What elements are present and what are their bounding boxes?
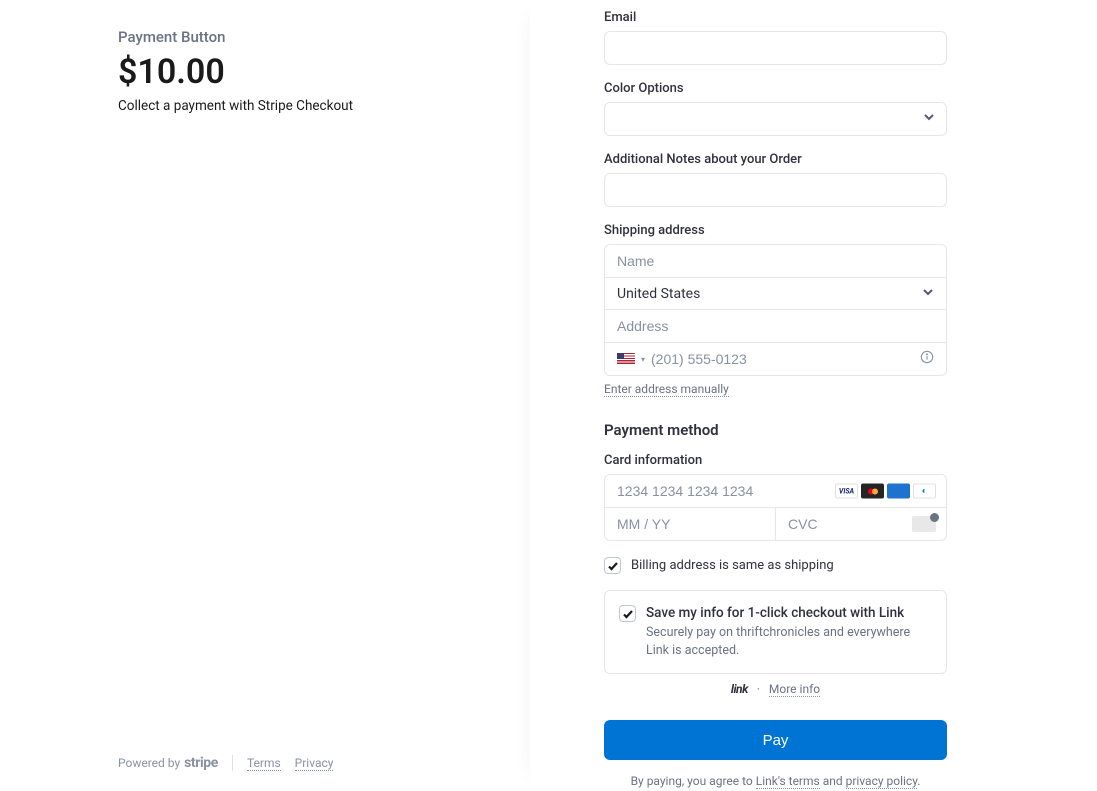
- color-select[interactable]: [604, 102, 947, 136]
- shipping-stack: United States ▾: [604, 244, 947, 376]
- link-save-desc: Securely pay on thriftchronicles and eve…: [646, 624, 932, 659]
- color-label: Color Options: [604, 81, 947, 96]
- privacy-link[interactable]: Privacy: [295, 756, 334, 771]
- billing-same-row: Billing address is same as shipping: [604, 557, 947, 574]
- summary-panel: Payment Button $10.00 Collect a payment …: [0, 0, 530, 791]
- terms-pre: By paying, you agree to: [631, 774, 756, 788]
- terms-link[interactable]: Terms: [247, 756, 281, 771]
- link-footer: link · More info: [604, 682, 947, 696]
- shipping-country-value: United States: [617, 286, 700, 302]
- product-price: $10.00: [118, 52, 470, 92]
- notes-input[interactable]: [604, 173, 947, 207]
- stripe-logo: stripe: [184, 755, 218, 771]
- footer: Powered by stripe Terms Privacy: [118, 755, 470, 771]
- cvc-icon: [912, 516, 936, 532]
- shipping-group: Shipping address United States ▾: [604, 223, 947, 397]
- flag-icon[interactable]: [617, 353, 635, 365]
- product-tagline: Collect a payment with Stripe Checkout: [118, 98, 470, 114]
- chevron-down-icon[interactable]: ▾: [641, 355, 645, 364]
- email-label: Email: [604, 10, 947, 25]
- link-logo: link: [731, 682, 748, 696]
- mastercard-icon: [861, 484, 884, 499]
- shipping-address-input[interactable]: [605, 310, 946, 342]
- visa-icon: VISA: [835, 484, 858, 499]
- billing-same-checkbox[interactable]: [604, 557, 621, 574]
- terms-mid: and: [820, 774, 846, 788]
- link-save-title: Save my info for 1-click checkout with L…: [646, 605, 932, 621]
- card-brand-icons: VISA ◐: [835, 484, 936, 499]
- terms-end: .: [917, 774, 920, 788]
- email-group: Email: [604, 10, 947, 65]
- link-save-box: Save my info for 1-click checkout with L…: [604, 590, 947, 674]
- info-icon[interactable]: [920, 350, 934, 368]
- terms-text: By paying, you agree to Link's terms and…: [604, 774, 947, 788]
- shipping-name-input[interactable]: [605, 245, 946, 277]
- email-input[interactable]: [604, 31, 947, 65]
- link-privacy-link[interactable]: privacy policy: [846, 774, 918, 789]
- checkout-form: Email Color Options Additional Notes abo…: [530, 0, 1097, 791]
- link-save-checkbox[interactable]: [619, 605, 636, 622]
- dot-separator: ·: [757, 682, 760, 696]
- billing-same-label: Billing address is same as shipping: [631, 558, 834, 573]
- divider: [232, 755, 233, 771]
- link-terms-link[interactable]: Link's terms: [756, 774, 820, 789]
- payment-method-heading: Payment method: [604, 421, 947, 439]
- card-group: Card information VISA ◐: [604, 453, 947, 541]
- link-more-info[interactable]: More info: [769, 682, 820, 697]
- card-label: Card information: [604, 453, 947, 468]
- shipping-country-select[interactable]: United States: [605, 278, 946, 310]
- powered-by-stripe[interactable]: Powered by stripe: [118, 755, 218, 771]
- pay-button[interactable]: Pay: [604, 720, 947, 760]
- shipping-label: Shipping address: [604, 223, 947, 238]
- notes-group: Additional Notes about your Order: [604, 152, 947, 207]
- diners-icon: ◐: [913, 484, 936, 499]
- chevron-down-icon: [922, 286, 934, 302]
- enter-address-manually-link[interactable]: Enter address manually: [604, 382, 729, 397]
- notes-label: Additional Notes about your Order: [604, 152, 947, 167]
- card-expiry-input[interactable]: [605, 508, 775, 540]
- shipping-phone-input[interactable]: [651, 351, 914, 367]
- powered-label: Powered by: [118, 756, 180, 770]
- product-title: Payment Button: [118, 28, 470, 46]
- color-group: Color Options: [604, 81, 947, 136]
- product-summary: Payment Button $10.00 Collect a payment …: [118, 28, 470, 114]
- amex-icon: [887, 484, 910, 499]
